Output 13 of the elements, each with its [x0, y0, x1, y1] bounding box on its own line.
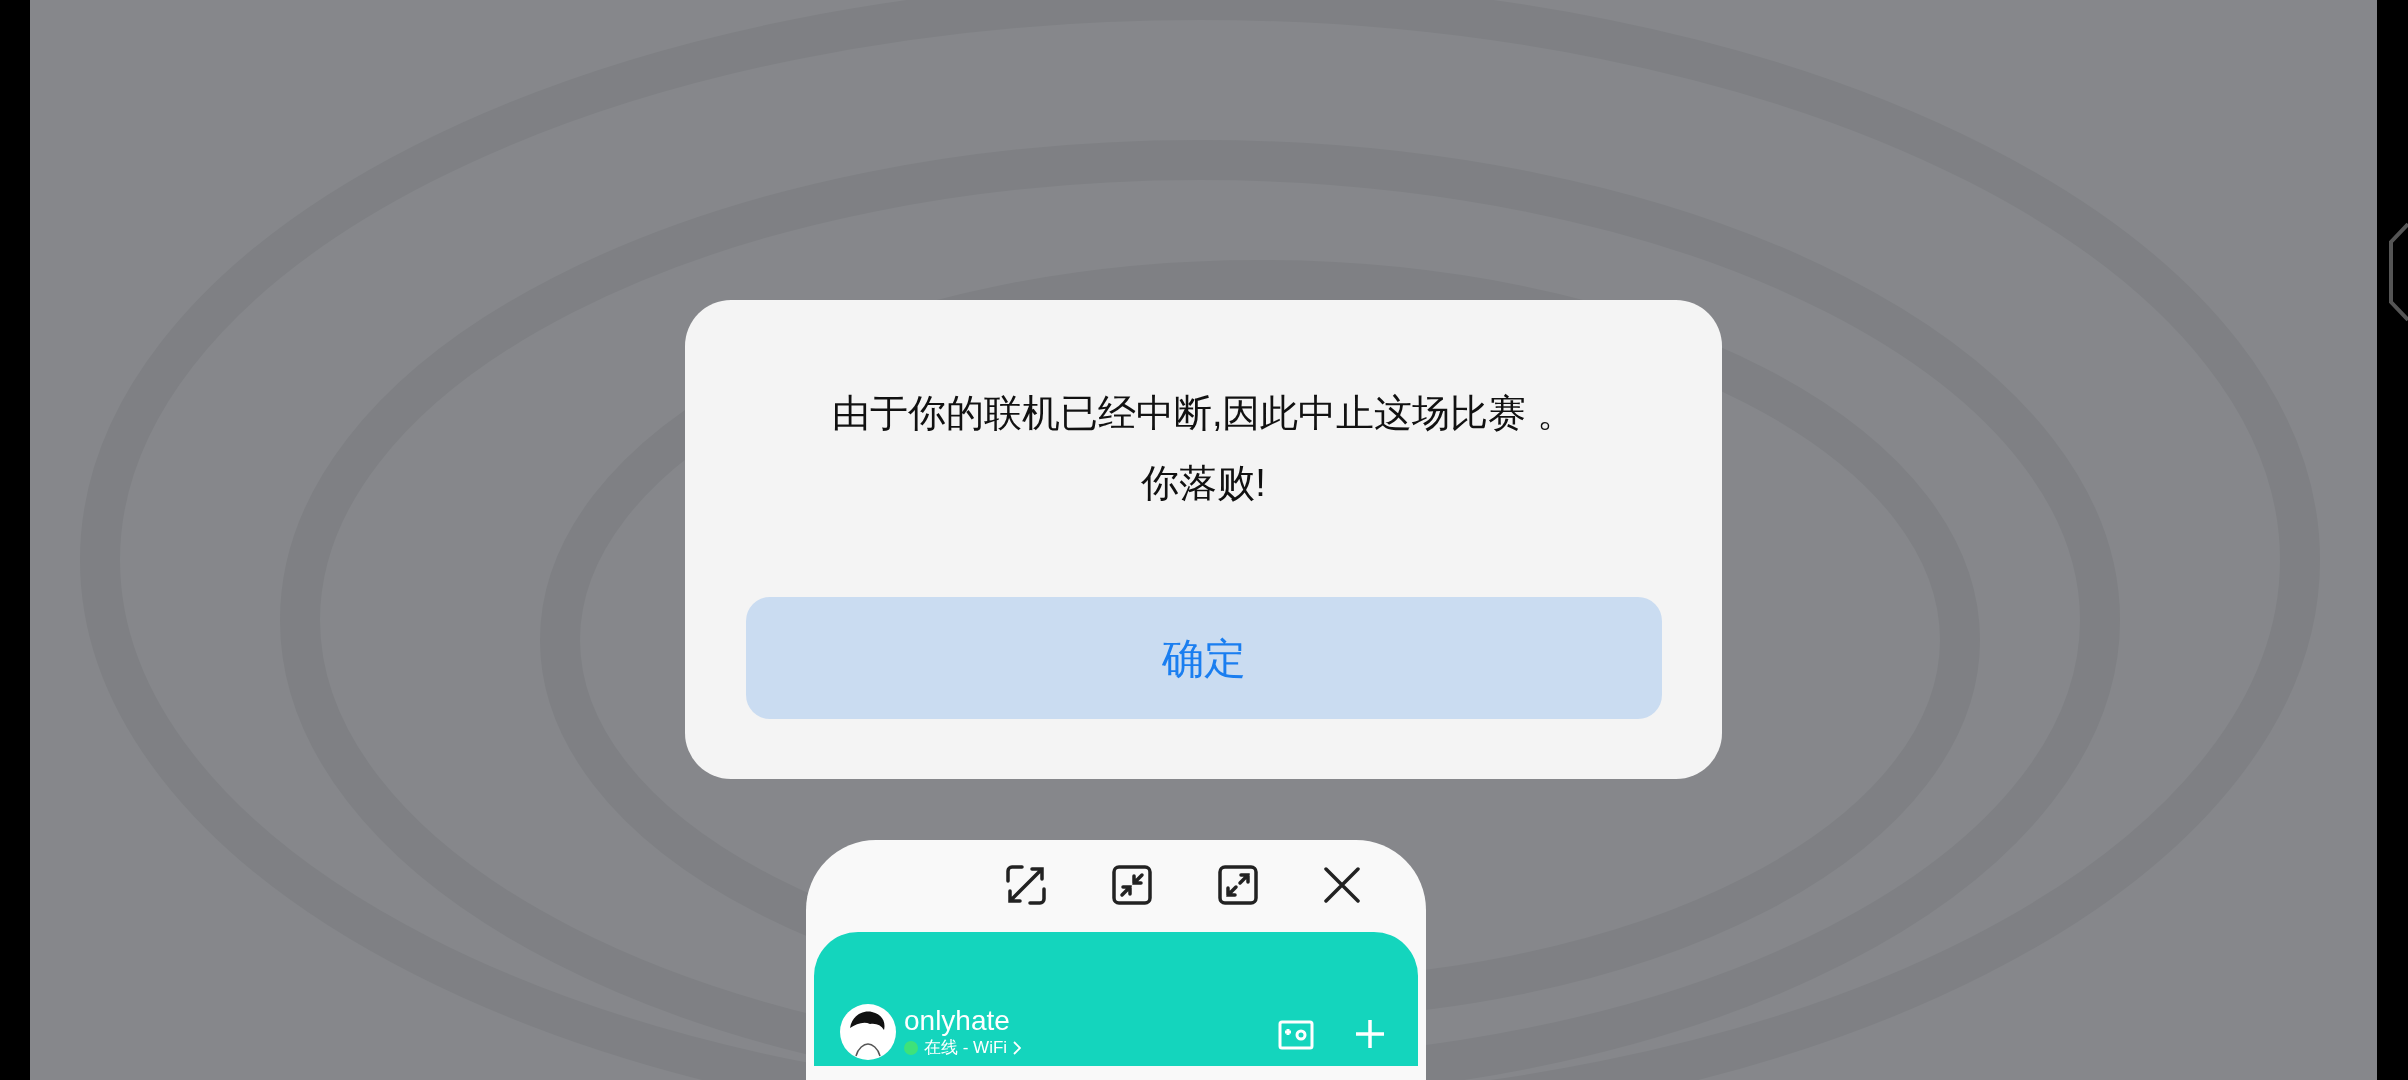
avatar[interactable] — [840, 1004, 896, 1060]
dialog-message: 由于你的联机已经中断,因此中止这场比赛 。 — [831, 391, 1576, 436]
status-text[interactable]: 在线 - WiFi — [924, 1037, 1008, 1059]
chevron-icon — [1013, 1041, 1022, 1055]
resize-icon[interactable] — [1006, 865, 1046, 905]
side-handle-icon[interactable] — [2387, 222, 2408, 322]
username: onlyhate — [904, 1005, 1011, 1037]
close-icon[interactable] — [1324, 867, 1360, 903]
confirm-button[interactable]: 确定 — [746, 597, 1662, 719]
dialog-message: 你落败! — [1141, 461, 1266, 506]
shrink-icon[interactable] — [1112, 865, 1152, 905]
expand-icon[interactable] — [1218, 865, 1258, 905]
status-dot-icon — [904, 1041, 918, 1055]
